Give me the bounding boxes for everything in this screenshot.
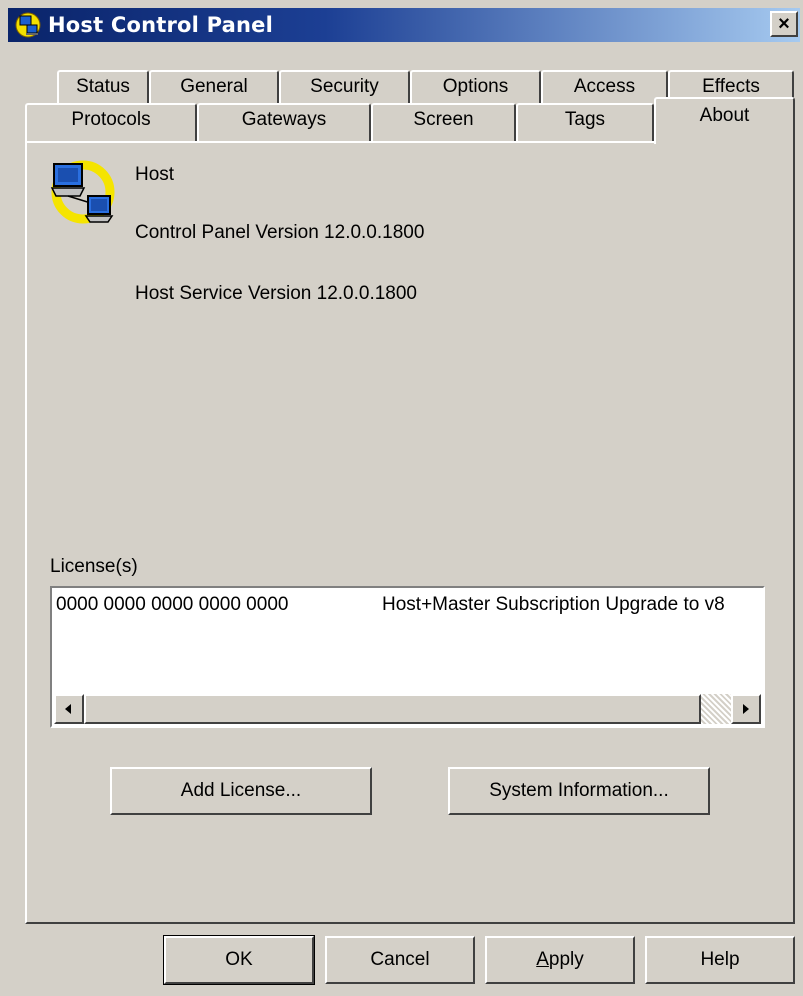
apply-button[interactable]: Apply [485,936,635,984]
arrow-left-icon [65,704,71,714]
tab-options[interactable]: Options [410,70,541,104]
tab-label: Options [442,76,509,97]
tab-label: Security [310,76,379,97]
button-label: System Information... [489,780,669,801]
window-title: Host Control Panel [48,13,273,37]
help-button[interactable]: Help [645,936,795,984]
host-service-version: Host Service Version 12.0.0.1800 [135,283,418,304]
tab-tags[interactable]: Tags [516,103,654,142]
license-description: Host+Master Subscription Upgrade to v8 [382,594,725,615]
scroll-thumb[interactable] [84,694,701,724]
scroll-track[interactable] [701,694,731,724]
tab-status[interactable]: Status [57,70,149,104]
app-icon [14,11,42,39]
tab-label: Protocols [71,109,151,130]
license-key: 0000 0000 0000 0000 0000 [56,594,289,615]
arrow-right-icon [743,704,749,714]
button-label: OK [225,949,253,970]
horizontal-scrollbar[interactable] [54,694,761,724]
tab-label: Tags [564,109,606,130]
close-icon: × [778,13,790,35]
add-license-button[interactable]: Add License... [110,767,372,815]
licenses-listbox[interactable]: 0000 0000 0000 0000 0000 Host+Master Sub… [50,586,765,728]
button-label: Help [700,949,740,970]
tab-screen[interactable]: Screen [371,103,516,142]
close-button[interactable]: × [770,11,798,37]
licenses-label: License(s) [50,556,138,577]
tab-label: Status [76,76,130,97]
tab-about[interactable]: About [654,97,795,144]
tab-protocols[interactable]: Protocols [25,103,197,142]
title-bar[interactable]: Host Control Panel × [8,8,800,42]
scroll-right-button[interactable] [731,694,761,724]
product-name: Host [135,164,175,185]
tab-label: Access [573,76,636,97]
ok-button[interactable]: OK [163,935,315,985]
tab-label: Screen [413,109,474,130]
tab-label: General [180,76,248,97]
button-label: Apply [536,949,584,970]
button-label: Add License... [180,780,302,801]
tab-security[interactable]: Security [279,70,410,104]
host-computer-icon [50,158,118,226]
tab-general[interactable]: General [149,70,279,104]
system-information-button[interactable]: System Information... [448,767,710,815]
scroll-left-button[interactable] [54,694,84,724]
window-frame [0,0,8,996]
button-label: Cancel [370,949,430,970]
control-panel-version: Control Panel Version 12.0.0.1800 [135,222,425,243]
host-control-panel-window: Host Control Panel × Status General Secu… [0,0,803,996]
tab-label: Effects [702,76,760,97]
cancel-button[interactable]: Cancel [325,936,475,984]
tab-label: About [699,105,750,126]
tab-gateways[interactable]: Gateways [197,103,371,142]
tab-access[interactable]: Access [541,70,668,104]
tab-label: Gateways [241,109,327,130]
